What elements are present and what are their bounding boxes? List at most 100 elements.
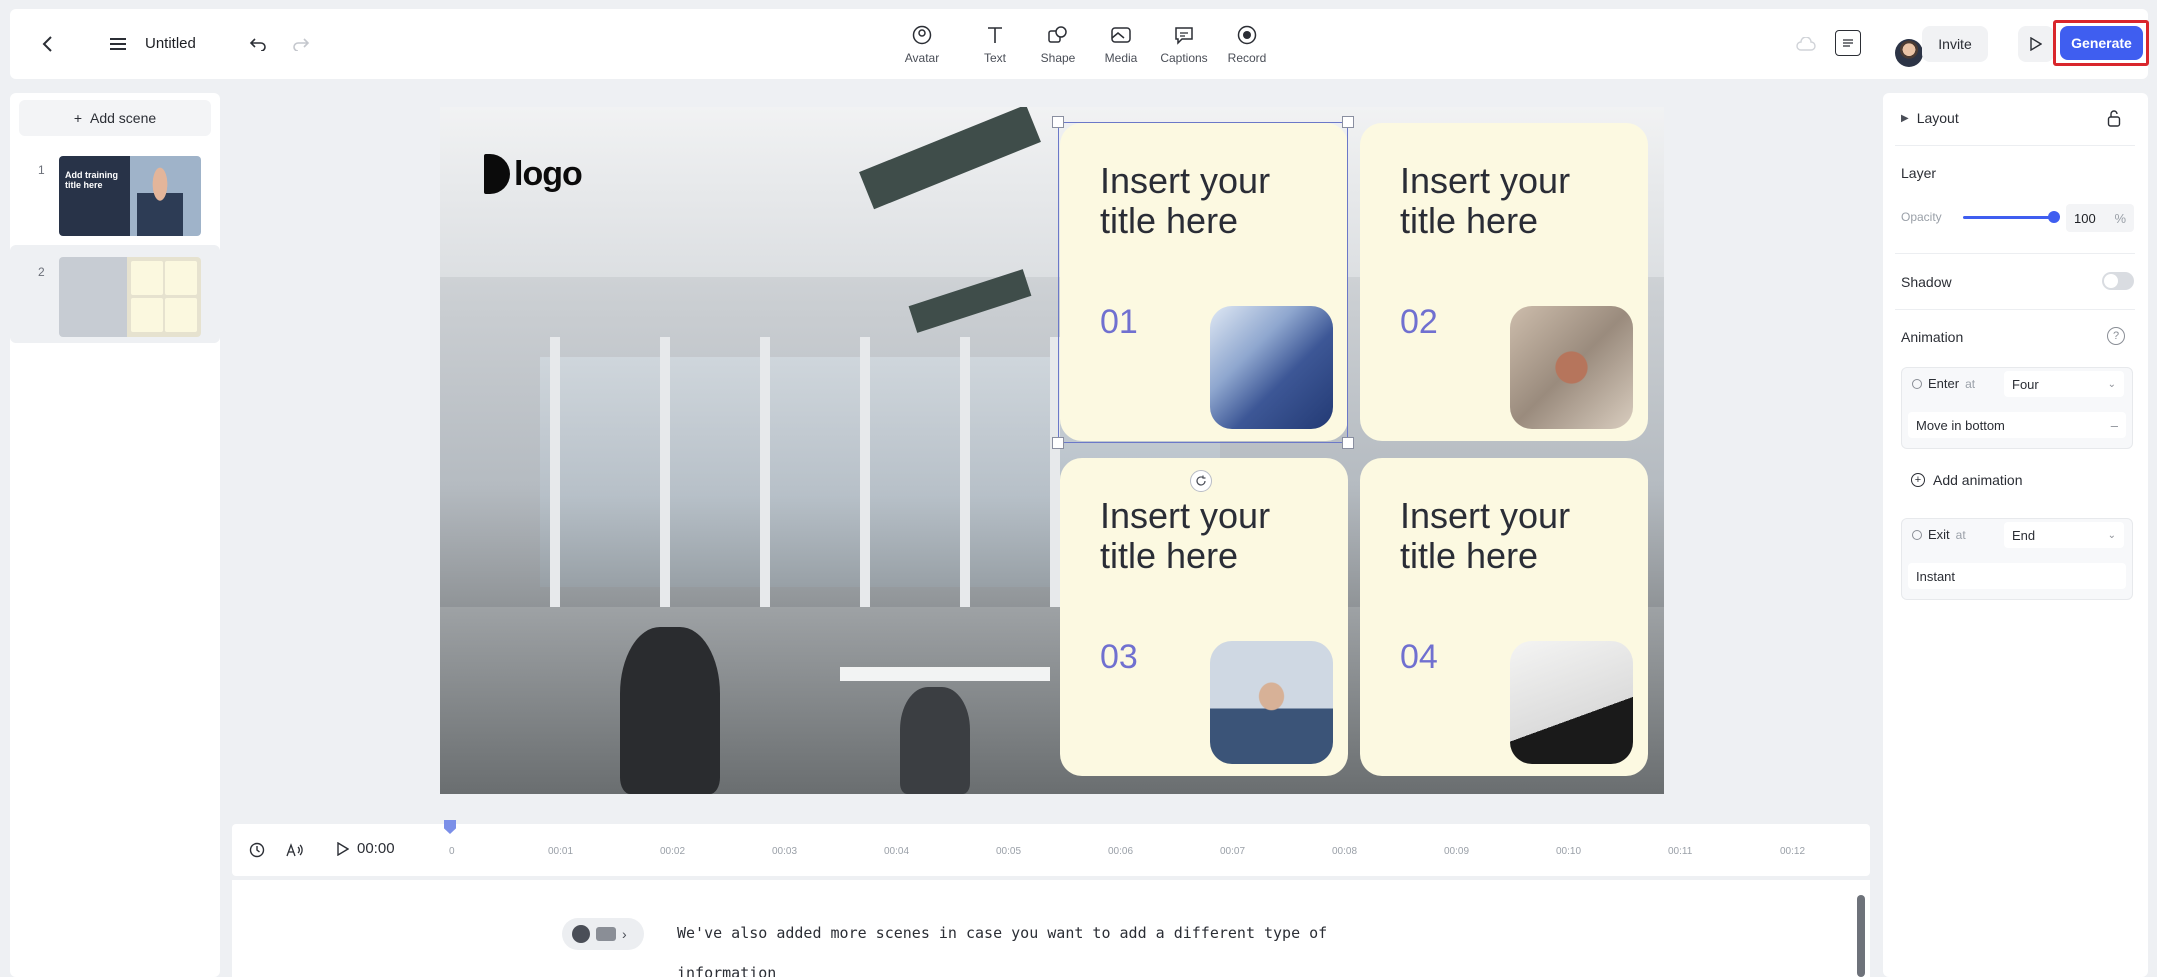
card-number[interactable]: 03: [1100, 638, 1138, 677]
divider: [1895, 145, 2135, 146]
voice-icon[interactable]: [284, 841, 304, 859]
tool-record[interactable]: Record: [1217, 19, 1277, 73]
ceiling-beam: [908, 269, 1032, 333]
script-scrollbar[interactable]: [1857, 895, 1865, 977]
timeline-tick: 0: [449, 846, 455, 857]
chevron-right-icon: ▶: [1901, 112, 1909, 124]
resize-handle[interactable]: [1342, 116, 1354, 128]
timeline-play[interactable]: 00:00: [337, 840, 395, 857]
clock-icon[interactable]: [248, 841, 266, 859]
timeline-tick: 00:08: [1332, 846, 1358, 857]
resize-handle[interactable]: [1342, 437, 1354, 449]
chevron-down-icon: ⌄: [2107, 378, 2116, 390]
tool-label: Media: [1104, 51, 1138, 65]
exit-icon: [1912, 529, 1922, 540]
tool-captions[interactable]: Captions: [1154, 19, 1214, 73]
office-desk: [840, 667, 1050, 681]
tool-text[interactable]: Text: [965, 19, 1025, 73]
layout-section-toggle[interactable]: ▶ Layout: [1901, 110, 1959, 126]
tool-shape[interactable]: Shape: [1028, 19, 1088, 73]
media-icon: [1110, 19, 1132, 51]
timeline-tick: 00:03: [772, 846, 798, 857]
cloud-sync-icon: [1795, 33, 1817, 55]
add-animation-button[interactable]: + Add animation: [1911, 472, 2023, 488]
add-scene-button[interactable]: + Add scene: [19, 100, 211, 136]
info-card-3[interactable]: Insert your title here 03: [1060, 458, 1348, 776]
card-image-team-hands[interactable]: [1510, 306, 1633, 429]
info-card-2[interactable]: Insert your title here 02: [1360, 123, 1648, 441]
scene-thumbnail-1[interactable]: Add training title here: [59, 156, 201, 236]
text-icon: [985, 19, 1005, 51]
info-card-4[interactable]: Insert your title here 04: [1360, 458, 1648, 776]
scene-number: 2: [38, 265, 45, 279]
opacity-slider-track[interactable]: [1963, 216, 2053, 219]
timeline-tick: 00:12: [1780, 846, 1806, 857]
redo-icon[interactable]: [288, 31, 314, 57]
captions-icon: [1173, 19, 1195, 51]
scenes-panel: + Add scene 1 Add training title here 2: [10, 93, 220, 977]
invite-button[interactable]: Invite: [1922, 26, 1988, 62]
timeline-bar: 00:00 0 00:01 00:02 00:03 00:04 00:05 00…: [232, 824, 1870, 876]
play-icon: [337, 841, 349, 856]
exit-at-select[interactable]: End ⌄: [2004, 522, 2124, 548]
help-icon[interactable]: ?: [2107, 327, 2125, 345]
tool-media[interactable]: Media: [1091, 19, 1151, 73]
unlock-icon[interactable]: [2105, 108, 2123, 128]
logo-mark: [484, 154, 510, 194]
plus-icon: +: [73, 110, 82, 126]
comments-icon[interactable]: [1835, 30, 1861, 56]
card-title[interactable]: Insert your title here: [1100, 496, 1320, 576]
back-arrow-icon[interactable]: [35, 31, 61, 57]
scene-canvas[interactable]: logo Insert your title here 01 Insert yo…: [440, 107, 1664, 794]
remove-icon: –: [2110, 417, 2118, 433]
top-toolbar: Untitled Avatar Text Shape Media Caption…: [10, 9, 2149, 79]
card-number[interactable]: 02: [1400, 303, 1438, 342]
resize-handle[interactable]: [1052, 437, 1064, 449]
card-title[interactable]: Insert your title here: [1400, 161, 1620, 241]
window-mullion: [760, 337, 770, 637]
divider: [1895, 253, 2135, 254]
menu-icon[interactable]: [105, 31, 131, 57]
opacity-slider-knob[interactable]: [2048, 211, 2060, 223]
avatar-voice-chip[interactable]: ›: [562, 918, 644, 950]
tool-avatar[interactable]: Avatar: [892, 19, 952, 73]
exit-label: Exit: [1928, 527, 1950, 542]
exit-effect-select[interactable]: Instant: [1908, 563, 2126, 589]
window-mullion: [550, 337, 560, 637]
enter-at-value: Four: [2012, 376, 2039, 392]
exit-animation-box: Exit at End ⌄ Instant: [1901, 518, 2133, 600]
current-time: 00:00: [357, 840, 395, 857]
layout-label: Layout: [1916, 110, 1959, 126]
enter-at-select[interactable]: Four ⌄: [2004, 371, 2124, 397]
script-editor[interactable]: › We've also added more scenes in case y…: [232, 880, 1870, 977]
shadow-toggle[interactable]: [2102, 272, 2134, 290]
opacity-input[interactable]: 100 %: [2066, 204, 2134, 232]
scene-thumbnail-2[interactable]: [59, 257, 201, 337]
thumb-card: [165, 261, 197, 295]
thumb-card: [131, 261, 163, 295]
user-avatar[interactable]: [1895, 39, 1923, 67]
brand-logo[interactable]: logo: [484, 154, 583, 194]
rotate-handle-icon[interactable]: [1190, 470, 1212, 492]
at-label: at: [1965, 376, 1976, 391]
card-image-woman-phone[interactable]: [1210, 641, 1333, 764]
enter-effect-select[interactable]: Move in bottom –: [1908, 412, 2126, 438]
script-line[interactable]: We've also added more scenes in case you…: [677, 924, 1327, 942]
undo-icon[interactable]: [245, 31, 271, 57]
chevron-down-icon: ⌄: [2107, 529, 2116, 541]
card-title[interactable]: Insert your title here: [1400, 496, 1620, 576]
timeline-tick: 00:01: [548, 846, 574, 857]
opacity-label: Opacity: [1901, 210, 1942, 224]
resize-handle[interactable]: [1052, 116, 1064, 128]
timeline-tick: 00:07: [1220, 846, 1246, 857]
document-title[interactable]: Untitled: [145, 35, 196, 52]
media-chip-icon: [596, 927, 616, 941]
logo-text: logo: [514, 154, 583, 193]
script-line[interactable]: information: [677, 964, 776, 977]
preview-play-button[interactable]: [2018, 26, 2054, 62]
add-animation-label: Add animation: [1933, 472, 2023, 488]
generate-button[interactable]: Generate: [2060, 26, 2143, 60]
card-image-hand-writing[interactable]: [1510, 641, 1633, 764]
tool-label: Record: [1227, 51, 1267, 65]
card-number[interactable]: 04: [1400, 638, 1438, 677]
